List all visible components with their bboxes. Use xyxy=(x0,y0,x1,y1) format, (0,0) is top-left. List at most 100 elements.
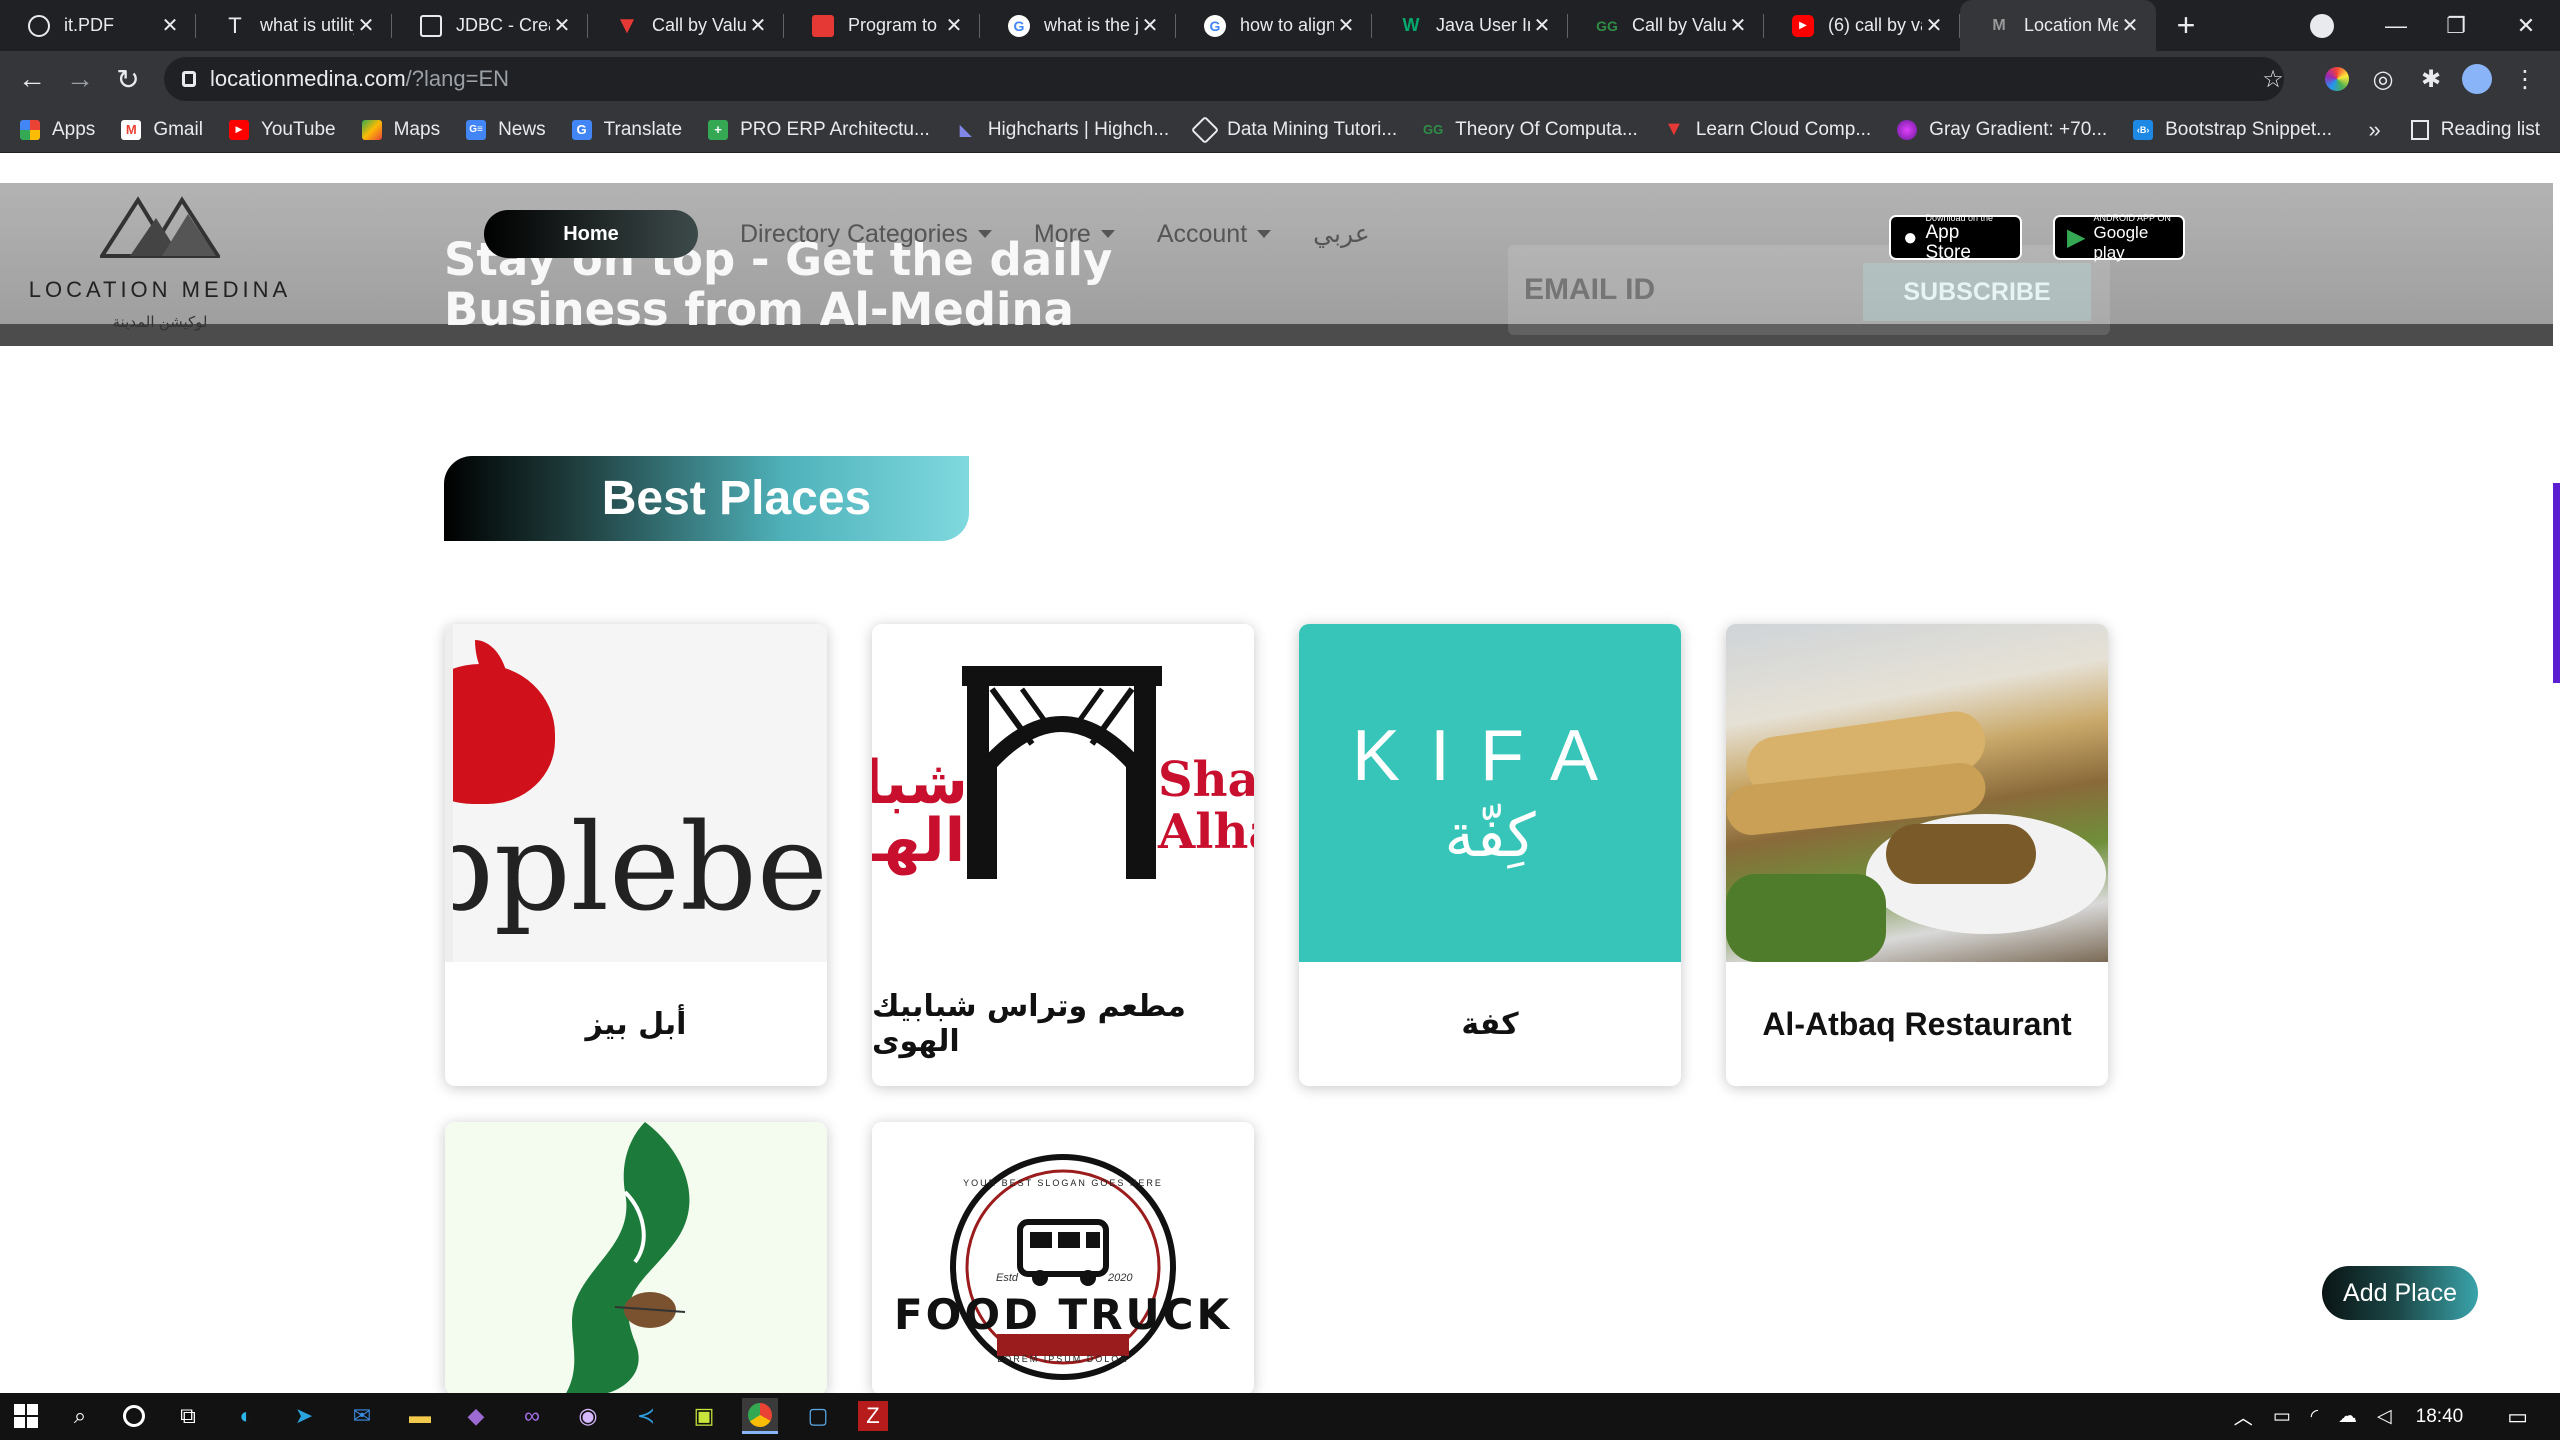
tab-search-icon[interactable] xyxy=(2300,0,2344,51)
close-tab-icon[interactable]: ✕ xyxy=(1726,13,1750,38)
new-tab-button[interactable]: + xyxy=(2156,0,2216,51)
close-tab-icon[interactable]: ✕ xyxy=(746,13,770,38)
visual-studio-icon[interactable]: ∞ xyxy=(514,1398,550,1434)
nav-arabic-language[interactable]: عربي xyxy=(1313,219,1370,249)
reload-icon[interactable]: ↻ xyxy=(104,55,152,103)
windows-start-icon[interactable] xyxy=(8,1398,44,1434)
clock[interactable]: 18:40 xyxy=(2416,1406,2464,1428)
news-icon: G≡ xyxy=(466,119,487,140)
tray-chevron-icon[interactable]: ︿ xyxy=(2234,1403,2253,1430)
cortana-icon[interactable] xyxy=(116,1398,152,1434)
app-window-icon[interactable]: ▢ xyxy=(800,1398,836,1434)
email-input[interactable] xyxy=(1510,260,1870,320)
tab-call-by-value-2[interactable]: GG Call by Value ✕ xyxy=(1568,0,1764,51)
window-close-icon[interactable]: ✕ xyxy=(2496,0,2556,51)
mail-icon[interactable]: ✉ xyxy=(344,1398,380,1434)
ring-bottom-text: LOREM IPSUM DOLOR xyxy=(997,1354,1129,1364)
notification-icon[interactable]: ▭ xyxy=(2507,1404,2528,1430)
task-view-icon[interactable]: ⧉ xyxy=(170,1398,206,1434)
volume-icon[interactable]: ◁ xyxy=(2377,1405,2392,1428)
place-card-kifa[interactable]: KIFA كِفّة كفة xyxy=(1299,624,1681,1086)
vscode-icon[interactable]: ≺ xyxy=(628,1398,664,1434)
place-card-shababeek[interactable]: شبا الهـ Shaba Alha مطعم وتراس شبابيك ال… xyxy=(872,624,1254,1086)
nav-home[interactable]: Home xyxy=(484,210,698,258)
wifi-icon[interactable]: ◜ xyxy=(2311,1405,2318,1428)
chrome-taskbar-icon[interactable] xyxy=(742,1398,778,1434)
menu-kebab-icon[interactable]: ⋮ xyxy=(2510,64,2540,94)
scroll-indicator[interactable] xyxy=(2553,483,2560,683)
reading-list[interactable]: » Reading list xyxy=(2368,107,2540,153)
bookmark-gray-gradient[interactable]: Gray Gradient: +70... xyxy=(1897,119,2107,141)
filezilla-icon[interactable]: Z xyxy=(858,1401,888,1431)
bookmark-cloud[interactable]: ▼ Learn Cloud Comp... xyxy=(1663,118,1871,141)
site-logo[interactable]: LOCATION MEDINA لوكيشن المدينة xyxy=(28,196,292,331)
tab-program[interactable]: Program to ✕ xyxy=(784,0,980,51)
tab-utility[interactable]: T what is utility ✕ xyxy=(196,0,392,51)
app-icon[interactable]: ◆ xyxy=(458,1398,494,1434)
forward-icon[interactable]: → xyxy=(56,55,104,103)
color-extension-icon[interactable] xyxy=(2322,64,2352,94)
place-card-flag[interactable] xyxy=(445,1122,827,1393)
bookmark-youtube[interactable]: ▶ YouTube xyxy=(228,119,336,141)
back-icon[interactable]: ← xyxy=(8,55,56,103)
bookmark-data-mining[interactable]: Data Mining Tutori... xyxy=(1190,115,1397,144)
bookmark-pro-erp[interactable]: + PRO ERP Architectu... xyxy=(708,119,930,141)
minimize-icon[interactable]: — xyxy=(2366,0,2426,51)
telegram-icon[interactable]: ➤ xyxy=(286,1398,322,1434)
google-play-badge[interactable]: ▶ ANDROID APP ON Google play xyxy=(2053,213,2185,262)
add-place-button[interactable]: Add Place xyxy=(2322,1266,2478,1320)
restore-icon[interactable]: ❐ xyxy=(2426,0,2486,51)
nav-more[interactable]: More xyxy=(1034,220,1115,249)
place-name: كفة xyxy=(1461,1006,1519,1042)
bookmark-bootstrap[interactable]: ‹B› Bootstrap Snippet... xyxy=(2133,119,2332,141)
profile-avatar[interactable] xyxy=(2462,64,2492,94)
tab-google-2[interactable]: G how to align ✕ xyxy=(1176,0,1372,51)
google-icon: G xyxy=(1204,14,1226,37)
github-icon[interactable]: ◉ xyxy=(570,1398,606,1434)
bookmarks-overflow[interactable]: » xyxy=(2368,117,2380,143)
tab-call-by-value-1[interactable]: ▼ Call by Valu ✕ xyxy=(588,0,784,51)
tab-jdbc[interactable]: JDBC - Creat ✕ xyxy=(392,0,588,51)
place-image: FOOD TRUCK Estd 2020 YOUR BEST SLOGAN GO… xyxy=(872,1122,1254,1393)
close-tab-icon[interactable]: ✕ xyxy=(2118,13,2142,38)
edge-icon[interactable]: ◐ xyxy=(228,1398,264,1434)
tab-youtube[interactable]: ▶ (6) call by va ✕ xyxy=(1764,0,1960,51)
place-card-al-atbaq[interactable]: Al-Atbaq Restaurant xyxy=(1726,624,2108,1086)
bookmark-maps[interactable]: Maps xyxy=(361,119,440,141)
tab-java-user[interactable]: W Java User In ✕ xyxy=(1372,0,1568,51)
place-image xyxy=(445,1122,827,1393)
battery-icon[interactable]: ▭ xyxy=(2273,1405,2291,1428)
tab-pdf[interactable]: it.PDF ✕ xyxy=(0,0,196,51)
close-tab-icon[interactable]: ✕ xyxy=(942,13,966,38)
search-icon[interactable]: ⌕ xyxy=(62,1398,98,1434)
pycharm-icon[interactable]: ▣ xyxy=(686,1398,722,1434)
extension-circle-icon[interactable]: ◎ xyxy=(2368,64,2398,94)
nav-account[interactable]: Account xyxy=(1157,220,1272,249)
file-explorer-icon[interactable]: ▬ xyxy=(402,1398,438,1434)
close-tab-icon[interactable]: ✕ xyxy=(1922,13,1946,38)
bookmark-theory-computation[interactable]: GG Theory Of Computa... xyxy=(1423,119,1638,141)
close-tab-icon[interactable]: ✕ xyxy=(1138,13,1162,38)
tab-google-1[interactable]: G what is the ja ✕ xyxy=(980,0,1176,51)
onedrive-icon[interactable]: ☁ xyxy=(2338,1405,2357,1428)
place-card-applebees[interactable]: pplebee أبل بيز xyxy=(445,624,827,1086)
close-tab-icon[interactable]: ✕ xyxy=(354,13,378,38)
close-tab-icon[interactable]: ✕ xyxy=(158,13,182,38)
close-tab-icon[interactable]: ✕ xyxy=(550,13,574,38)
extensions-puzzle-icon[interactable]: ✱ xyxy=(2416,64,2446,94)
place-card-food-truck[interactable]: FOOD TRUCK Estd 2020 YOUR BEST SLOGAN GO… xyxy=(872,1122,1254,1393)
bookmark-translate[interactable]: G Translate xyxy=(571,119,682,141)
bookmark-gmail[interactable]: M Gmail xyxy=(121,119,203,141)
close-tab-icon[interactable]: ✕ xyxy=(1530,13,1554,38)
address-bar[interactable]: locationmedina.com/?lang=EN xyxy=(164,57,2284,101)
section-title-best-places: Best Places xyxy=(444,456,969,541)
bookmark-star-icon[interactable]: ☆ xyxy=(2258,64,2288,94)
nav-directory-categories[interactable]: Directory Categories xyxy=(740,220,992,249)
close-tab-icon[interactable]: ✕ xyxy=(1334,13,1358,38)
tab-location-medina[interactable]: M Location Me ✕ xyxy=(1960,0,2156,51)
subscribe-button[interactable]: SUBSCRIBE xyxy=(1863,263,2091,321)
app-store-badge[interactable]: ● Download on the App Store xyxy=(1889,213,2022,262)
bookmark-news[interactable]: G≡ News xyxy=(466,119,546,141)
bookmark-highcharts[interactable]: ◣ Highcharts | Highch... xyxy=(955,119,1169,141)
bookmark-apps[interactable]: Apps xyxy=(20,119,95,141)
